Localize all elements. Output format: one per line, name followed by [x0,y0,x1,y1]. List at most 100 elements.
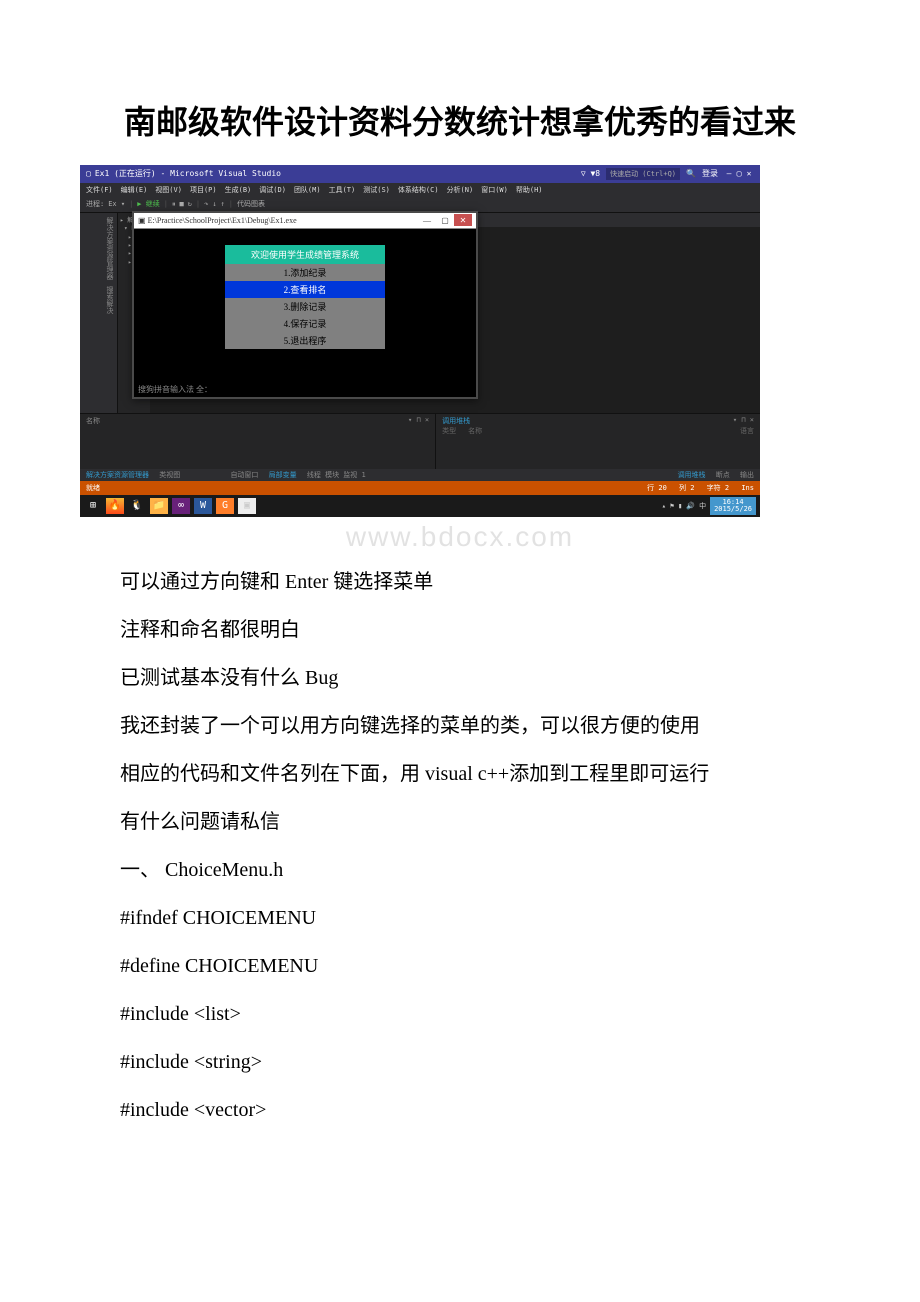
vs-bottom-panels: 名称 ▾ ⊓ × 调用堆栈 ▾ ⊓ × 类型 名称 语言 [80,413,760,469]
callstack-header: 调用堆栈 [442,416,470,426]
maximize-icon[interactable]: ▢ [734,169,744,178]
paragraph: 可以通过方向键和 Enter 键选择菜单 [80,563,840,601]
login-link[interactable]: 登录 [702,168,718,179]
tab-solution-explorer[interactable]: 解决方案资源管理器 [86,471,149,479]
search-solution-tab[interactable]: 搜索解决 [82,286,115,314]
menu-view[interactable]: 视图(V) [155,185,182,195]
minimize-icon[interactable]: — [724,169,734,178]
tray-up-icon[interactable]: ▴ [662,502,666,510]
sidebar-collapsed[interactable]: 解决方案资源管理器 搜索解决 [80,213,118,413]
restart-button[interactable]: ↻ [188,200,192,208]
menu-edit[interactable]: 编辑(E) [121,185,148,195]
menu-item-add[interactable]: 1.添加纪录 [225,264,385,281]
console-maximize-icon[interactable]: ▢ [436,214,454,226]
pause-button[interactable]: ⏸ [172,200,176,209]
status-ready: 就绪 [86,483,100,493]
menu-build[interactable]: 生成(B) [225,185,252,195]
app-browser-icon[interactable]: 🔥 [106,498,124,514]
bottom-tabs[interactable]: 解决方案资源管理器 类视图 自动窗口 局部变量 线程 模块 监视 1 调用堆栈 … [80,469,760,481]
console-titlebar: ▣ E:\Practice\SchoolProject\Ex1\Debug\Ex… [134,213,476,229]
tab-threads[interactable]: 线程 模块 监视 1 [307,471,366,479]
console-icon: ▣ [138,216,146,225]
menu-file[interactable]: 文件(F) [86,185,113,195]
paragraph: 注释和命名都很明白 [80,611,840,649]
app-menu-title: 欢迎使用学生成绩管理系统 [225,245,385,264]
console-close-icon[interactable]: ✕ [454,214,472,226]
menu-debug[interactable]: 调试(D) [259,185,286,195]
close-icon[interactable]: ✕ [744,169,754,178]
vs-menubar[interactable]: 文件(F) 编辑(E) 视图(V) 项目(P) 生成(B) 调试(D) 团队(M… [80,183,760,197]
app-sogou-icon[interactable]: G [216,498,234,514]
menu-window[interactable]: 窗口(W) [481,185,508,195]
window-buttons[interactable]: —▢✕ [724,169,754,178]
menu-help[interactable]: 帮助(H) [516,185,543,195]
solution-explorer-tab[interactable]: 解决方案资源管理器 [82,217,115,280]
app-folder-icon[interactable]: 📁 [150,498,168,514]
tray-volume-icon[interactable]: 🔊 [686,502,695,510]
taskbar-clock[interactable]: 16:14 2015/5/26 [710,497,756,515]
step-out-button[interactable]: ↑ [221,200,225,208]
paragraph: 有什么问题请私信 [80,803,840,841]
start-button[interactable]: ⊞ [84,498,102,514]
code-line: #include <vector> [80,1091,840,1129]
stop-button[interactable]: ■ [179,200,183,208]
vs-titlebar: ▢ Ex1 (正在运行) - Microsoft Visual Studio ▽… [80,165,760,183]
codemap-button[interactable]: 代码图表 [237,199,265,209]
status-ins: Ins [741,484,754,492]
code-line: #ifndef CHOICEMENU [80,899,840,937]
toolbar-proc-dropdown[interactable]: Ex ▾ [108,200,125,208]
menu-item-view-rank[interactable]: 2.查看排名 [225,281,385,298]
tab-callstack[interactable]: 调用堆栈 [678,471,706,479]
app-menu[interactable]: 欢迎使用学生成绩管理系统 1.添加纪录 2.查看排名 3.删除记录 4.保存记录… [225,245,385,349]
tab-output[interactable]: 输出 [740,471,754,479]
app-word-icon[interactable]: W [194,498,212,514]
search-icon[interactable]: 🔍 [686,169,696,178]
tab-breakpoints[interactable]: 断点 [716,471,730,479]
menu-item-save[interactable]: 4.保存记录 [225,315,385,332]
menu-test[interactable]: 测试(S) [363,185,390,195]
step-over-button[interactable]: ↷ [204,200,208,208]
app-console-icon[interactable]: ▣ [238,498,256,514]
panel-pin-icon[interactable]: ▾ ⊓ × [733,416,754,426]
col-type: 类型 [442,426,456,436]
console-minimize-icon[interactable]: — [418,214,436,226]
col-lang: 语言 [740,426,754,436]
console-body: 欢迎使用学生成绩管理系统 1.添加纪录 2.查看排名 3.删除记录 4.保存记录… [134,229,476,397]
paragraph: 已测试基本没有什么 Bug [80,659,840,697]
tab-locals[interactable]: 局部变量 [269,471,297,479]
quick-launch-input[interactable]: 快速启动 (Ctrl+Q) [606,168,680,180]
panel-pin-icon[interactable]: ▾ ⊓ × [408,416,429,426]
tab-autos[interactable]: 自动窗口 [230,471,258,479]
menu-team[interactable]: 团队(M) [294,185,321,195]
menu-item-exit[interactable]: 5.退出程序 [225,332,385,349]
watermark-text: www.bdocx.com [80,521,840,553]
tray-flag-icon[interactable]: ⚑ [670,502,674,510]
tray-lang-icon[interactable]: 中 [699,501,706,511]
status-col: 列 2 [679,484,694,492]
embedded-screenshot: ▢ Ex1 (正在运行) - Microsoft Visual Studio ▽… [80,165,760,517]
col-name: 名称 [468,426,482,436]
quick-launch-icons: ▽ ▼8 [581,169,600,178]
paragraph: 我还封装了一个可以用方向键选择的菜单的类，可以很方便的使用 [80,707,840,745]
menu-item-delete[interactable]: 3.删除记录 [225,298,385,315]
tray-network-icon[interactable]: ▮ [678,502,682,510]
continue-button[interactable]: ▶ 继续 [137,199,159,209]
code-line: #define CHOICEMENU [80,947,840,985]
menu-arch[interactable]: 体系结构(C) [398,185,439,195]
step-into-button[interactable]: ↓ [212,200,216,208]
console-title-text: ▣ E:\Practice\SchoolProject\Ex1\Debug\Ex… [138,216,297,225]
console-window: ▣ E:\Practice\SchoolProject\Ex1\Debug\Ex… [132,211,478,399]
vs-logo-icon: ▢ [86,169,91,178]
paragraph: 相应的代码和文件名列在下面，用 visual c++添加到工程里即可运行 [80,755,840,793]
toolbar-process-label: 进程: [86,199,104,209]
app-vs-icon[interactable]: ∞ [172,498,190,514]
menu-tools[interactable]: 工具(T) [329,185,356,195]
app-qq-icon[interactable]: 🐧 [128,498,146,514]
menu-analyze[interactable]: 分析(N) [447,185,474,195]
menu-project[interactable]: 项目(P) [190,185,217,195]
windows-taskbar[interactable]: ⊞ 🔥 🐧 📁 ∞ W G ▣ ▴ ⚑ ▮ 🔊 中 16:14 2015/5/2… [80,495,760,517]
vs-statusbar: 就绪 行 20 列 2 字符 2 Ins [80,481,760,495]
status-line: 行 20 [647,484,667,492]
document-title: 南邮级软件设计资料分数统计想拿优秀的看过来 [80,100,840,145]
tab-class-view[interactable]: 类视图 [159,471,180,479]
